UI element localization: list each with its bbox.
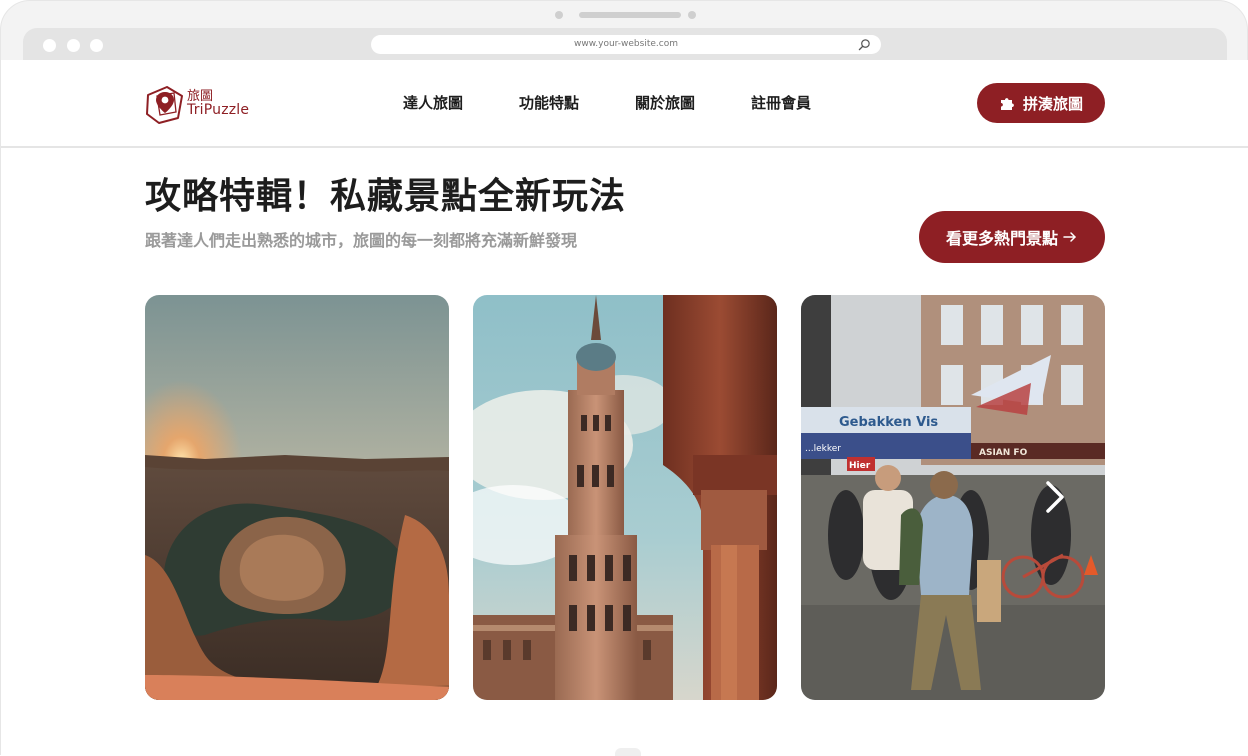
browser-frame: www.your-website.com 旅圖 TriPuzzle 達人旅圖 功…: [0, 0, 1248, 756]
brand-logo[interactable]: 旅圖 TriPuzzle: [145, 82, 255, 124]
nav-item-experts-maps[interactable]: 達人旅圖: [403, 92, 463, 113]
window-maximize-dot[interactable]: [90, 39, 103, 52]
tower-photo: [473, 295, 777, 700]
arrow-right-icon: [1063, 232, 1076, 242]
destination-card-canyon[interactable]: [145, 295, 449, 700]
map-pin-puzzle-icon: [146, 86, 183, 124]
window-minimize-dot[interactable]: [67, 39, 80, 52]
speaker-bar: [579, 12, 681, 18]
nav-item-register[interactable]: 註冊會員: [751, 92, 811, 113]
shop-sign-asian-food: ASIAN FO: [979, 448, 1028, 458]
puzzle-icon: [1000, 98, 1014, 110]
more-spots-button[interactable]: 看更多熱門景點: [919, 211, 1105, 263]
shop-sign-gebakken-vis: Gebakken Vis: [839, 415, 938, 430]
shop-sign-hier: Hier: [849, 461, 871, 471]
sensor-dot: [688, 11, 696, 19]
chevron-right-icon[interactable]: [1041, 480, 1069, 514]
camera-dot: [555, 11, 563, 19]
browser-chrome: www.your-website.com: [23, 28, 1227, 60]
shop-sign-lekker: ...lekker: [805, 444, 841, 454]
nav-item-features[interactable]: 功能特點: [519, 92, 579, 113]
build-map-label: 拼湊旅圖: [1022, 94, 1083, 113]
more-spots-label: 看更多熱門景點: [945, 229, 1058, 248]
page-viewport: 旅圖 TriPuzzle 達人旅圖 功能特點 關於旅圖 註冊會員 拼湊旅圖 攻略…: [1, 60, 1248, 756]
destination-card-tower[interactable]: [473, 295, 777, 700]
page-title: 攻略特輯！私藏景點全新玩法: [145, 176, 627, 217]
address-bar[interactable]: www.your-website.com: [371, 35, 881, 54]
canyon-photo: [145, 295, 449, 700]
window-close-dot[interactable]: [43, 39, 56, 52]
brand-name-en: TriPuzzle: [187, 102, 250, 118]
device-top-indicators: [1, 11, 1248, 21]
site-header: 旅圖 TriPuzzle 達人旅圖 功能特點 關於旅圖 註冊會員 拼湊旅圖: [1, 60, 1248, 148]
build-map-button[interactable]: 拼湊旅圖: [977, 83, 1105, 123]
nav-item-about[interactable]: 關於旅圖: [635, 92, 695, 113]
url-text: www.your-website.com: [574, 39, 678, 49]
page-subtitle: 跟著達人們走出熟悉的城市，旅圖的每一刻都將充滿新鮮發現: [145, 231, 578, 250]
search-icon[interactable]: [858, 38, 871, 51]
